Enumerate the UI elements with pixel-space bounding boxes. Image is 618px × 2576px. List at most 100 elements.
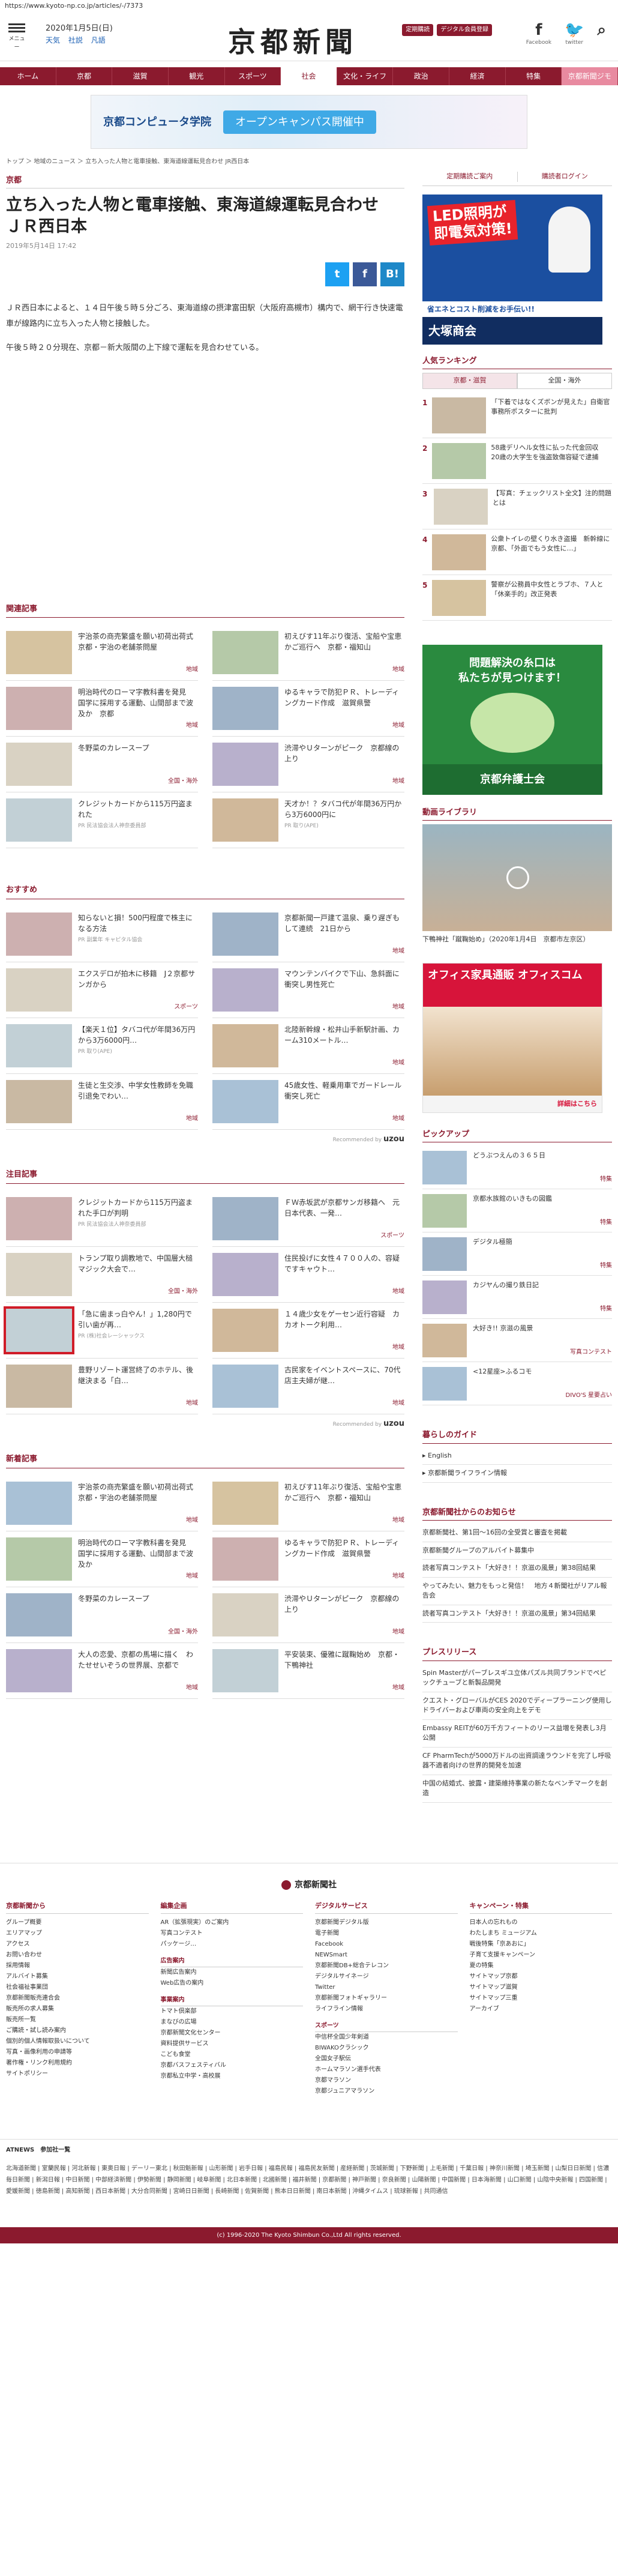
article-card[interactable]: クレジットカードから115万円盗まれた手口が判明 PR 民法協会法人神奈委員部: [6, 1191, 198, 1247]
article-headline[interactable]: 明治時代のローマ字教科書を発見 国学に採用する運動、山間部まで波及か: [78, 1537, 198, 1570]
footer-link[interactable]: AR（拡張現実）のご案内: [161, 1917, 304, 1928]
footer-link[interactable]: 販売所の求人募集: [6, 2004, 149, 2015]
article-headline[interactable]: 初えびす11年ぶり復活、宝船や宝恵かご巡行へ 京都・福知山: [284, 1482, 404, 1503]
ranking-item[interactable]: 3 【写真：チェックリスト全文】注的問題とは: [422, 484, 612, 529]
footer-link[interactable]: エリアマップ: [6, 1928, 149, 1939]
article-card[interactable]: 45歳女性、軽乗用車でガードレール衝突し死亡 地域: [212, 1074, 404, 1130]
pickup-headline[interactable]: どうぶつえんの３６５日: [473, 1151, 612, 1161]
article-headline[interactable]: 明治時代のローマ字教科書を発見 国学に採用する運動、山間部まで波及か 京都: [78, 687, 198, 719]
footer-link[interactable]: パッケージ…: [161, 1939, 304, 1950]
article-headline[interactable]: 北陸新幹線・松井山手新駅計画、カーム310メートル…: [284, 1024, 404, 1046]
digital-signup-button[interactable]: デジタル会員登録: [437, 24, 492, 36]
article-headline[interactable]: 天才か！？タバコ代が年間36万円から3万6000円に: [284, 798, 404, 820]
footer-link[interactable]: ご購読・試し読み案内: [6, 2026, 149, 2036]
article-card[interactable]: 大人の恋愛、京都の馬場に描く わたせせいぞうの世界展、京都で 地域: [6, 1643, 198, 1699]
article-thumbnail[interactable]: [212, 687, 278, 731]
article-headline[interactable]: 豊野リゾート運営終了のホテル、後継決まる「白…: [78, 1365, 198, 1386]
editorial-link[interactable]: 社説: [68, 36, 83, 44]
article-headline[interactable]: 冬野菜のカレースープ: [78, 1593, 198, 1604]
article-thumbnail[interactable]: [6, 1537, 72, 1581]
facebook-share-button[interactable]: f: [353, 262, 377, 286]
footer-link[interactable]: NEWSmart: [315, 1950, 458, 1961]
footer-link[interactable]: 京都ジュニアマラソン: [315, 2086, 458, 2097]
article-card[interactable]: 生徒と生交渉、中学女性教師を免職 引退免でわい… 地域: [6, 1074, 200, 1130]
article-thumbnail[interactable]: [212, 1196, 278, 1240]
subscriber-login-link[interactable]: 購読者ログイン: [518, 172, 613, 182]
article-headline[interactable]: トランプ取り調教地で、中国層大槌マジック大会で…: [78, 1253, 198, 1274]
footer-link[interactable]: 電子新聞: [315, 1928, 458, 1939]
article-card[interactable]: 冬野菜のカレースープ 全国・海外: [6, 737, 198, 793]
article-category[interactable]: 京都: [6, 175, 404, 189]
list-item[interactable]: 京都新聞社、第1回～16回の全受賞と審査を掲載: [422, 1524, 612, 1542]
nav-item-sports[interactable]: スポーツ: [225, 67, 281, 85]
article-card[interactable]: ゆるキャラで防犯ＰＲ、トレーディングカード作成 滋賀県警 地域: [212, 681, 404, 737]
facebook-link[interactable]: f Facebook: [526, 22, 551, 47]
article-thumbnail[interactable]: [6, 1593, 72, 1636]
article-card[interactable]: ＦＷ赤坂武が京都サンガ移籍へ 元日本代表、一発… スポーツ: [212, 1191, 404, 1247]
article-headline[interactable]: 宇治茶の商売繁盛を願い初荷出荷式 京都・宇治の老舗茶問屋: [78, 631, 200, 653]
rank-headline[interactable]: 警察が公務員中女性とラブホ、７人と「休楽手的」改正発表: [491, 580, 612, 615]
footer-link[interactable]: 写真コンテスト: [161, 1928, 304, 1939]
article-card[interactable]: 北陸新幹線・松井山手新駅計画、カーム310メートル… 地域: [212, 1018, 404, 1074]
article-thumbnail[interactable]: [6, 798, 72, 842]
article-thumbnail[interactable]: [6, 1252, 72, 1296]
rank-headline[interactable]: 公衆トイレの壁くり水き盗撮 新幹線に京都、「外面でもう女性に…」: [491, 534, 612, 570]
footer-link[interactable]: 写真・画像利用の申請等: [6, 2047, 149, 2058]
rank-headline[interactable]: 【写真：チェックリスト全文】注的問題とは: [493, 489, 612, 524]
article-card[interactable]: 宇治茶の商売繁盛を願い初荷出荷式 京都・宇治の老舗茶問屋 地域: [6, 625, 200, 681]
article-headline[interactable]: 平安装束、優雅に蹴鞠始め 京都・下鴨神社: [284, 1649, 404, 1671]
footer-link[interactable]: 採用情報: [6, 1961, 149, 1971]
pickup-headline[interactable]: 大好き!! 京滋の風景: [473, 1324, 612, 1334]
article-headline[interactable]: 大人の恋愛、京都の馬場に描く わたせせいぞうの世界展、京都で: [78, 1649, 198, 1671]
article-headline[interactable]: 住民投げに女性４７００人の、容疑ですキャウト…: [284, 1253, 404, 1274]
footer-link[interactable]: Web広告の案内: [161, 1978, 304, 1989]
footer-link[interactable]: サイトマップ三重: [470, 1993, 613, 2004]
footer-link[interactable]: BIWAKOクラシック: [315, 2043, 458, 2054]
article-headline[interactable]: 渋滞やＵターンがピーク 京都線の上り: [284, 1593, 404, 1615]
video-player[interactable]: [422, 824, 612, 931]
footer-link[interactable]: 新聞広告案内: [161, 1967, 304, 1978]
ranking-item[interactable]: 4 公衆トイレの壁くり水き盗撮 新幹線に京都、「外面でもう女性に…」: [422, 529, 612, 575]
article-card[interactable]: トランプ取り調教地で、中国層大槌マジック大会で… 全国・海外: [6, 1247, 198, 1303]
article-headline[interactable]: 宇治茶の商売繁盛を願い初荷出荷式 京都・宇治の老舗茶問屋: [78, 1482, 200, 1503]
nav-item-kyoto[interactable]: 京都: [56, 67, 113, 85]
footer-link[interactable]: 京都新聞文化センター: [161, 2028, 304, 2039]
article-headline[interactable]: エクスデロが拍木に移籍 J２京都サンガから: [78, 968, 198, 990]
lawyers-ad[interactable]: 問題解決の糸口は 私たちが見つけます！ 京都弁護士会: [422, 644, 602, 795]
play-icon[interactable]: [506, 866, 529, 889]
article-card[interactable]: 古民家をイベントスペースに、70代店主夫婦が継… 地域: [212, 1359, 404, 1414]
article-card[interactable]: 「急に歯まっ白やん！」1,280円で引い歯が再… PR (株)社会レーシャックス: [4, 1303, 198, 1359]
article-headline[interactable]: ゆるキャラで防犯ＰＲ、トレーディングカード作成 滋賀県警: [284, 1537, 404, 1559]
article-thumbnail[interactable]: [6, 1481, 72, 1525]
list-item[interactable]: 読者写真コンテスト「大好き！！京滋の風景」第34回結果: [422, 1605, 612, 1623]
nav-item-society[interactable]: 社会: [281, 67, 337, 85]
breadcrumb[interactable]: トップ ＞ 地域のニュース ＞ 立ち入った人物と電車接触、東海道線運転見合わせ …: [6, 157, 404, 166]
article-card[interactable]: クレジットカードから115万円盗まれた PR 民法協会法人神奈委員部: [6, 792, 198, 849]
nav-item-shiga[interactable]: 滋賀: [112, 67, 169, 85]
article-thumbnail[interactable]: [6, 1648, 72, 1692]
footer-link[interactable]: わたしまち ミュージアム: [470, 1928, 613, 1939]
nav-item-feature[interactable]: 特集: [506, 67, 562, 85]
article-thumbnail[interactable]: [212, 1252, 278, 1296]
list-item[interactable]: Spin Masterがパーブレスギユ立体パズル共同ブランドでペピックチューブと…: [422, 1665, 612, 1692]
article-card[interactable]: １４歳少女をゲーセン近行容疑 カカオトーク利用… 地域: [212, 1303, 404, 1359]
article-card[interactable]: 【楽天１位】タバコ代が年間36万円から3万6000円… PR 取り(APE): [6, 1018, 198, 1074]
ranking-item[interactable]: 5 警察が公務員中女性とラブホ、７人と「休楽手的」改正発表: [422, 575, 612, 621]
list-item[interactable]: Embassy REITが60万千方フィートのリース益増を発表し3月公開: [422, 1720, 612, 1748]
article-headline[interactable]: 知らないと損！500円程度で株主になる方法: [78, 912, 198, 934]
footer-link[interactable]: 社会福祉事業団: [6, 1982, 149, 1993]
article-thumbnail[interactable]: [6, 1196, 72, 1240]
footer-link[interactable]: 京都新聞デジタル版: [315, 1917, 458, 1928]
article-card[interactable]: 豊野リゾート運営終了のホテル、後継決まる「白… 地域: [6, 1359, 198, 1414]
list-item[interactable]: 中国の結婚式、披露・建築維持事業の新たなベンチマークを創造: [422, 1775, 612, 1803]
article-thumbnail[interactable]: [212, 968, 278, 1012]
footer-link[interactable]: お問い合わせ: [6, 1950, 149, 1961]
bongo-link[interactable]: 凡語: [91, 36, 106, 44]
footer-link[interactable]: グループ概要: [6, 1917, 149, 1928]
tab-national[interactable]: 全国・海外: [517, 373, 612, 389]
article-headline[interactable]: 京都新聞一戸建て温泉、乗り遅ぎもして連続 21日から: [284, 912, 404, 934]
nav-item-politics[interactable]: 政治: [393, 67, 450, 85]
article-card[interactable]: 宇治茶の商売繁盛を願い初荷出荷式 京都・宇治の老舗茶問屋 地域: [6, 1476, 200, 1531]
video-caption[interactable]: 下鴨神社「蹴鞠始め」（2020年1月4日 京都市左京区）: [422, 935, 612, 945]
article-card[interactable]: 京都新聞一戸建て温泉、乗り遅ぎもして連続 21日から 地域: [212, 906, 404, 962]
